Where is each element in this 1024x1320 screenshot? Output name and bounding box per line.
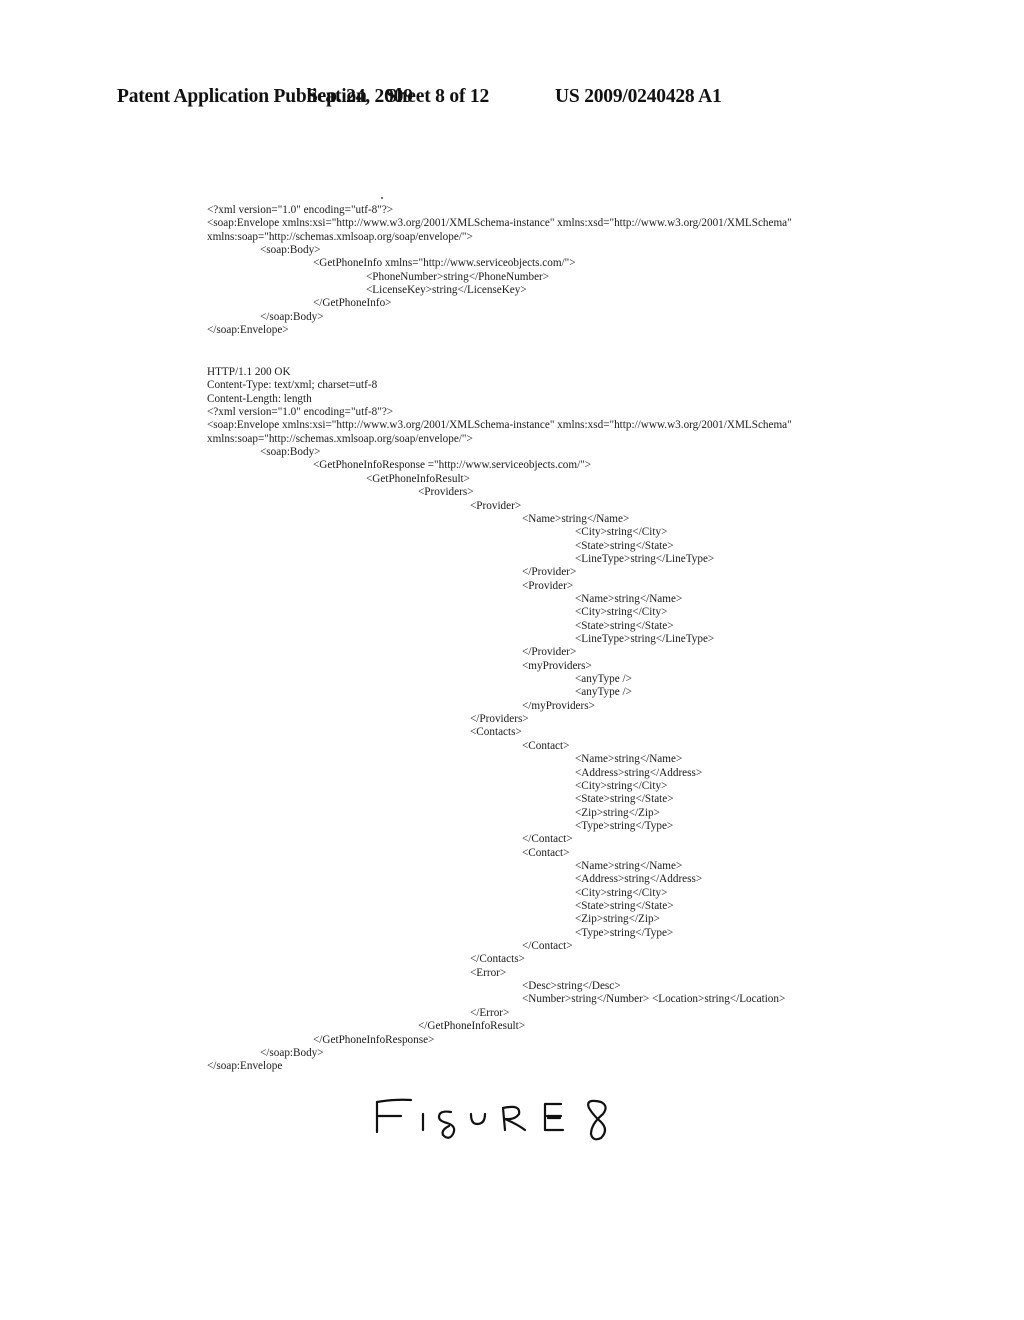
xml-line: <PhoneNumber>string</PhoneNumber>	[366, 270, 550, 283]
sheet-number: Sheet 8 of 12	[386, 86, 490, 107]
xml-line: <Error>	[470, 966, 507, 979]
xml-line: <Name>string</Name>	[522, 512, 630, 525]
xml-line: </GetPhoneInfoResponse>	[313, 1033, 435, 1046]
xml-line: <State>string</State>	[575, 900, 674, 912]
xml-line: <City>string</City>	[575, 526, 668, 539]
xml-line: <LineType>string</LineType>	[575, 552, 715, 565]
xml-line: </GetPhoneInfo>	[313, 297, 392, 310]
glyph-8	[587, 1099, 607, 1141]
scan-speck	[381, 197, 383, 199]
xml-line: HTTP/1.1 200 OK	[207, 366, 291, 378]
xml-line: <?xml version="1.0" encoding="utf-8"?>	[207, 204, 394, 216]
xml-line: <City>string</City>	[575, 886, 668, 899]
xml-line: <Name>string</Name>	[575, 753, 683, 766]
xml-line: <Provider>	[470, 499, 522, 512]
xml-line: <myProviders>	[522, 659, 592, 672]
xml-line: <State>string</State>	[575, 793, 674, 806]
xml-line: </soap:Envelope>	[207, 324, 289, 337]
figure-label: FIGURE 8	[365, 1088, 625, 1148]
xml-line: </Contact>	[522, 833, 573, 846]
patent-number: US 2009/0240428 A1	[555, 86, 722, 107]
xml-line: <soap:Envelope xmlns:xsi="http://www.w3.…	[207, 419, 792, 432]
xml-line: <Type>string</Type>	[575, 819, 674, 832]
xml-line: <Type>string</Type>	[575, 926, 674, 939]
xml-line: </Contact>	[522, 940, 573, 953]
xml-line: <City>string</City>	[575, 779, 668, 792]
xml-line: <City>string</City>	[575, 606, 668, 619]
xml-line: <Contacts>	[470, 726, 522, 739]
xml-line: <GetPhoneInfo xmlns="http://www.serviceo…	[313, 257, 576, 270]
xml-line: <Contact>	[522, 846, 570, 859]
xml-line: <State>string</State>	[575, 539, 674, 552]
xml-line: <LineType>string</LineType>	[575, 633, 715, 645]
glyph-U	[469, 1112, 487, 1126]
xml-line: <soap:Envelope xmlns:xsi="http://www.w3.…	[207, 217, 792, 230]
xml-line: <LicenseKey>string</LicenseKey>	[366, 284, 527, 297]
xml-line: <Address>string</Address>	[575, 766, 703, 779]
xml-line: xmlns:soap="http://schemas.xmlsoap.org/s…	[207, 230, 473, 243]
xml-line: </Providers>	[470, 713, 529, 726]
xml-line: </Provider>	[522, 566, 577, 579]
handwritten-figure-8: FIGURE 8	[375, 1098, 607, 1141]
xml-line: <Number>string</Number> <Location>string…	[522, 993, 786, 1006]
xml-line: Content-Type: text/xml; charset=utf-8	[207, 379, 378, 392]
xml-line: <?xml version="1.0" encoding="utf-8"?>	[207, 406, 394, 419]
xml-line: <soap:Body>	[260, 446, 321, 459]
xml-line: <Providers>	[418, 486, 474, 499]
xml-line: <Desc>string</Desc>	[522, 980, 621, 993]
xml-line: <soap:Body>	[260, 244, 321, 257]
xml-line: </soap:Envelope	[207, 1060, 283, 1073]
xml-line: <anyType />	[575, 686, 632, 699]
xml-line: </Error>	[470, 1006, 510, 1019]
xml-line: <GetPhoneInfoResult>	[366, 472, 470, 485]
xml-line: <Zip>string</Zip>	[575, 806, 660, 819]
xml-line: <anyType />	[575, 673, 632, 686]
xml-line: <Name>string</Name>	[575, 859, 683, 872]
xml-line: Content-Length: length	[207, 392, 312, 405]
xml-line: <Name>string</Name>	[575, 592, 683, 605]
xml-line: <Provider>	[522, 579, 574, 592]
xml-line: <State>string</State>	[575, 619, 674, 632]
glyph-G	[437, 1110, 456, 1139]
xml-line: <Zip>string</Zip>	[575, 913, 660, 926]
xml-line: </GetPhoneInfoResult>	[418, 1020, 526, 1033]
xml-line: <Address>string</Address>	[575, 873, 703, 886]
xml-line: <GetPhoneInfoResponse ="http://www.servi…	[313, 459, 592, 472]
xml-line: </soap:Body>	[260, 1046, 324, 1059]
xml-line: </Provider>	[522, 646, 577, 659]
page-header: Patent Application Publication Sep. 24, …	[0, 86, 1024, 116]
xml-line: </soap:Body>	[260, 310, 324, 323]
xml-line: </myProviders>	[522, 699, 595, 712]
xml-line: <Contact>	[522, 739, 570, 752]
xml-line: xmlns:soap="http://schemas.xmlsoap.org/s…	[207, 432, 473, 445]
xml-line: </Contacts>	[470, 953, 525, 966]
